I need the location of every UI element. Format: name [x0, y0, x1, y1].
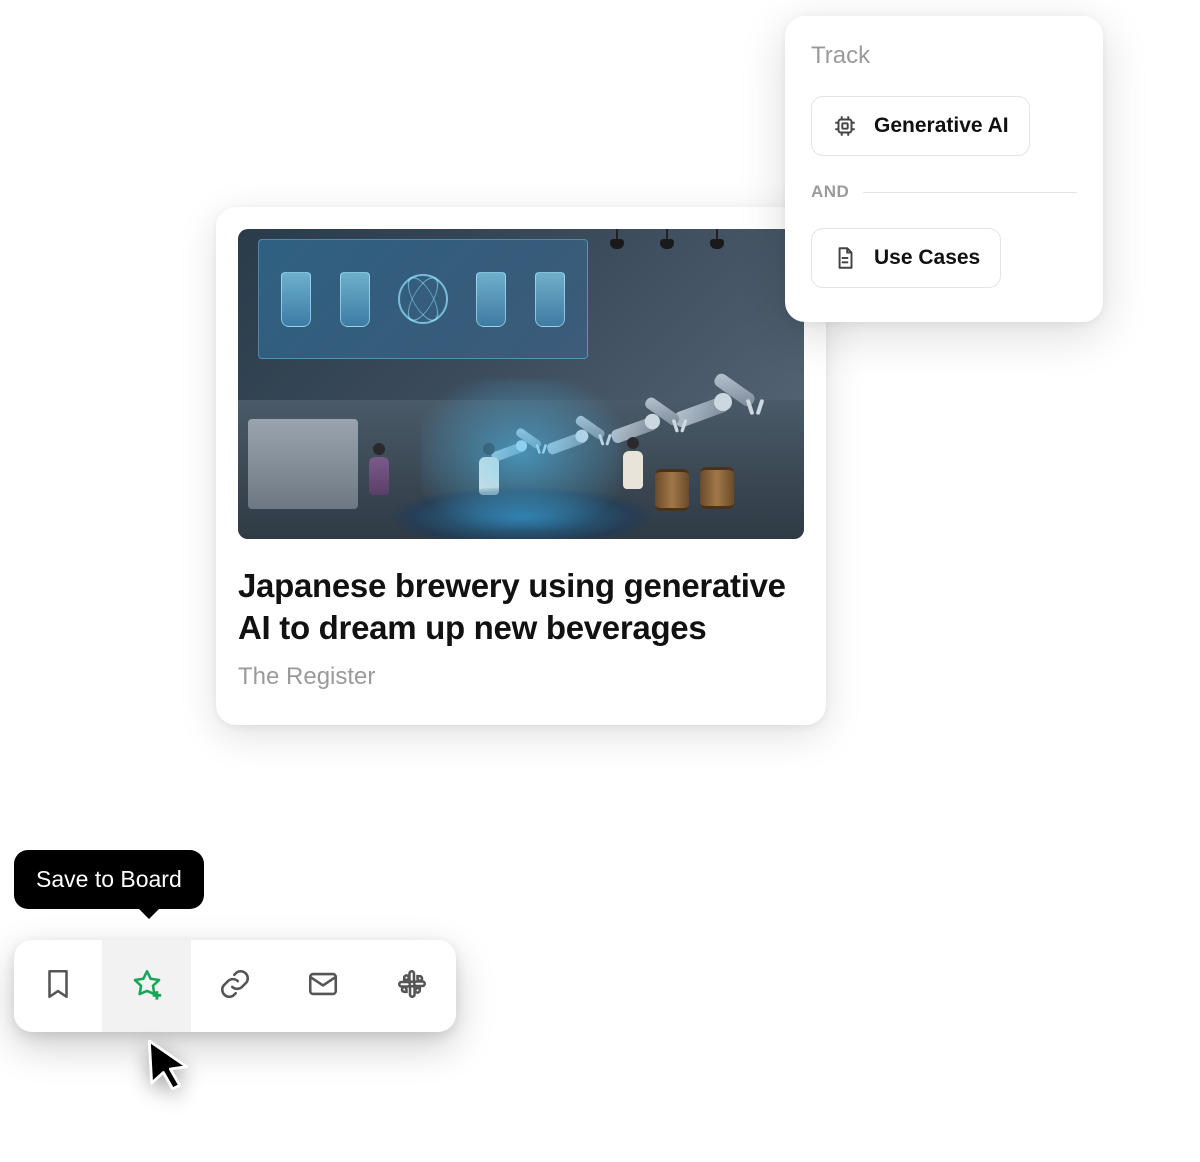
divider-line — [863, 192, 1077, 193]
filter-operator-divider: AND — [811, 182, 1077, 202]
save-to-board-button[interactable] — [102, 940, 190, 1032]
track-filter-label: Use Cases — [874, 246, 980, 270]
link-icon — [218, 967, 252, 1006]
share-slack-button[interactable] — [368, 940, 456, 1032]
document-icon — [832, 245, 858, 271]
action-toolbar — [14, 940, 456, 1032]
slack-icon — [395, 967, 429, 1006]
email-button[interactable] — [279, 940, 367, 1032]
track-heading: Track — [811, 42, 1077, 70]
track-filter-use-cases[interactable]: Use Cases — [811, 228, 1001, 288]
track-filter-label: Generative AI — [874, 114, 1009, 138]
tooltip-text: Save to Board — [36, 866, 182, 892]
cursor-pointer-icon — [140, 1034, 196, 1090]
article-title: Japanese brewery using generative AI to … — [238, 565, 804, 649]
track-filter-generative-ai[interactable]: Generative AI — [811, 96, 1030, 156]
track-panel: Track Generative AI AND Use — [785, 16, 1103, 322]
filter-operator-label: AND — [811, 182, 849, 202]
article-source: The Register — [238, 663, 804, 691]
article-card[interactable]: Japanese brewery using generative AI to … — [216, 207, 826, 725]
mail-icon — [306, 967, 340, 1006]
copy-link-button[interactable] — [191, 940, 279, 1032]
bookmark-icon — [41, 967, 75, 1006]
bookmark-button[interactable] — [14, 940, 102, 1032]
article-thumbnail — [238, 229, 804, 539]
star-plus-icon — [130, 967, 164, 1006]
save-to-board-tooltip: Save to Board — [14, 850, 204, 909]
cpu-icon — [832, 113, 858, 139]
